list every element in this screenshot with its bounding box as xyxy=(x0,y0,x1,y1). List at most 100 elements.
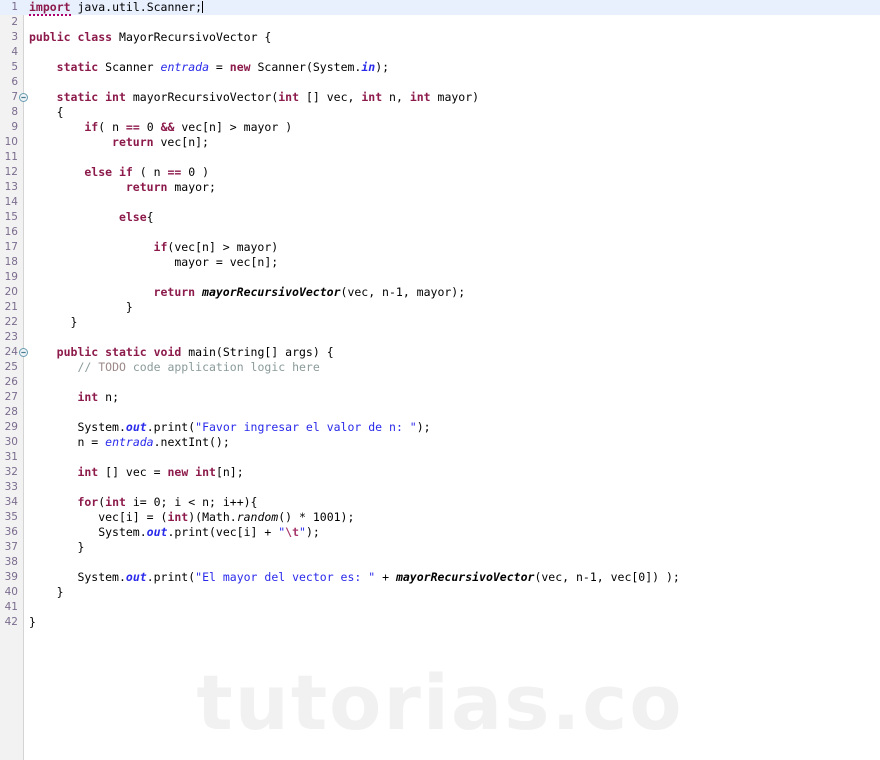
code-line[interactable]: 1 import java.util.Scanner; xyxy=(0,0,880,16)
code-line[interactable]: 33 xyxy=(0,480,880,495)
code-line[interactable]: 19 xyxy=(0,270,880,285)
code-line[interactable]: 7 static int mayorRecursivoVector(int [] … xyxy=(0,90,880,105)
code-fold-collapse-icon[interactable] xyxy=(19,93,28,102)
token-kw: return xyxy=(125,180,168,194)
code-lines-container[interactable]: 1 import java.util.Scanner; 2 3 public class… xyxy=(0,0,880,630)
code-line[interactable]: 26 xyxy=(0,375,880,390)
line-number: 2 xyxy=(11,16,18,28)
token-kw: == xyxy=(167,165,182,179)
code-line[interactable]: 12 else if ( n == 0 ) xyxy=(0,165,880,180)
line-number: 15 xyxy=(4,211,18,223)
code-line[interactable]: 42} xyxy=(0,615,880,630)
token-kw: int xyxy=(77,390,99,404)
code-editor[interactable]: tutorias.co 1 import java.util.Scanner; 2 3… xyxy=(0,0,880,760)
token-kw: public class xyxy=(29,30,113,44)
code-line[interactable]: 18 mayor = vec[n]; xyxy=(0,255,880,270)
line-number: 14 xyxy=(4,196,18,208)
token-plain: vec[n] > mayor ) xyxy=(174,120,293,134)
code-line[interactable]: 8{ xyxy=(0,105,880,120)
line-number: 41 xyxy=(4,601,18,613)
line-number: 30 xyxy=(4,436,18,448)
code-text: return mayorRecursivoVector(vec, n-1, ma… xyxy=(154,285,466,300)
code-line[interactable]: 28 xyxy=(0,405,880,420)
code-line[interactable]: 10 return vec[n]; xyxy=(0,135,880,150)
code-line[interactable]: 3 public class MayorRecursivoVector { xyxy=(0,30,880,45)
token-plain: ); xyxy=(375,60,390,74)
code-line[interactable]: 38 xyxy=(0,555,880,570)
line-number: 12 xyxy=(4,166,18,178)
token-plain: .print( xyxy=(146,420,196,434)
token-plain: ); xyxy=(305,525,320,539)
code-text: static int mayorRecursivoVector(int [] v… xyxy=(57,90,479,105)
code-line[interactable]: 15 else{ xyxy=(0,210,880,225)
code-line[interactable]: 30 n = entrada.nextInt(); xyxy=(0,435,880,450)
token-plain: java.util.Scanner; xyxy=(70,0,203,14)
code-line[interactable]: 16 xyxy=(0,225,880,240)
token-plain: n = xyxy=(77,435,106,449)
code-line[interactable]: 22} xyxy=(0,315,880,330)
line-number: 39 xyxy=(4,571,18,583)
token-sfld: in xyxy=(361,60,376,74)
token-sfld: out xyxy=(125,570,147,584)
code-line[interactable]: 25 // TODO code application logic here xyxy=(0,360,880,375)
token-kw: static int xyxy=(56,90,126,104)
code-line[interactable]: 6 xyxy=(0,75,880,90)
token-plain: (vec, n-1, vec[0]) ); xyxy=(534,570,680,584)
token-plain: i= 0; i < n; i++){ xyxy=(125,495,258,509)
code-line[interactable]: 31 xyxy=(0,450,880,465)
code-text: int [] vec = new int[n]; xyxy=(77,465,243,480)
code-line[interactable]: 34 for(int i= 0; i < n; i++){ xyxy=(0,495,880,510)
line-number: 32 xyxy=(4,466,18,478)
token-kw: static xyxy=(56,60,99,74)
line-number: 42 xyxy=(4,616,18,628)
code-text: else if ( n == 0 ) xyxy=(84,165,209,180)
code-line[interactable]: 41 xyxy=(0,600,880,615)
code-line[interactable]: 40} xyxy=(0,585,880,600)
code-text: else{ xyxy=(119,210,154,225)
token-plain: n; xyxy=(98,390,119,404)
line-number: 34 xyxy=(4,496,18,508)
code-text: return vec[n]; xyxy=(112,135,209,150)
code-line[interactable]: 17 if(vec[n] > mayor) xyxy=(0,240,880,255)
token-plain: Scanner(System. xyxy=(250,60,362,74)
token-plain: ( n xyxy=(132,165,168,179)
code-fold-collapse-icon[interactable] xyxy=(19,348,28,357)
line-number: 10 xyxy=(4,136,18,148)
code-line[interactable]: 27 int n; xyxy=(0,390,880,405)
token-plain: { xyxy=(56,105,64,119)
line-number: 13 xyxy=(4,181,18,193)
token-plain: vec[i] = ( xyxy=(98,510,168,524)
code-line[interactable]: 14 xyxy=(0,195,880,210)
code-line[interactable]: 4 xyxy=(0,45,880,60)
code-line[interactable]: 36 System.out.print(vec[i] + "\t"); xyxy=(0,525,880,540)
code-line[interactable]: 24 public static void main(String[] args)… xyxy=(0,345,880,360)
code-text: vec[i] = (int)(Math.random() * 1001); xyxy=(98,510,354,525)
line-number: 20 xyxy=(4,286,18,298)
code-line[interactable]: 23 xyxy=(0,330,880,345)
code-line[interactable]: 20 return mayorRecursivoVector(vec, n-1, … xyxy=(0,285,880,300)
code-line[interactable]: 29 System.out.print("Favor ingresar el va… xyxy=(0,420,880,435)
code-text: } xyxy=(29,615,36,630)
token-kw: int xyxy=(278,90,300,104)
token-kw: int xyxy=(361,90,383,104)
line-number: 19 xyxy=(4,271,18,283)
code-line[interactable]: 11 xyxy=(0,150,880,165)
code-line[interactable]: 13 return mayor; xyxy=(0,180,880,195)
code-line[interactable]: 5 static Scanner entrada = new Scanner(Sy… xyxy=(0,60,880,75)
token-plain: [] vec, xyxy=(299,90,362,104)
code-line[interactable]: 39 System.out.print("El mayor del vector … xyxy=(0,570,880,585)
token-plain: )(Math. xyxy=(188,510,237,524)
code-line[interactable]: 21} xyxy=(0,300,880,315)
code-line[interactable]: 9 if( n == 0 && vec[n] > mayor ) xyxy=(0,120,880,135)
code-line[interactable]: 32 int [] vec = new int[n]; xyxy=(0,465,880,480)
text-caret xyxy=(202,1,204,13)
code-line[interactable]: 2 xyxy=(0,15,880,30)
code-line[interactable]: 37} xyxy=(0,540,880,555)
token-smeth: mayorRecursivoVector xyxy=(395,570,535,584)
code-line[interactable]: 35 vec[i] = (int)(Math.random() * 1001); xyxy=(0,510,880,525)
code-text: if(vec[n] > mayor) xyxy=(154,240,279,255)
token-plain: } xyxy=(56,585,64,599)
line-number: 5 xyxy=(11,61,18,73)
token-kw: int xyxy=(77,465,99,479)
token-esc: \t xyxy=(285,525,300,539)
